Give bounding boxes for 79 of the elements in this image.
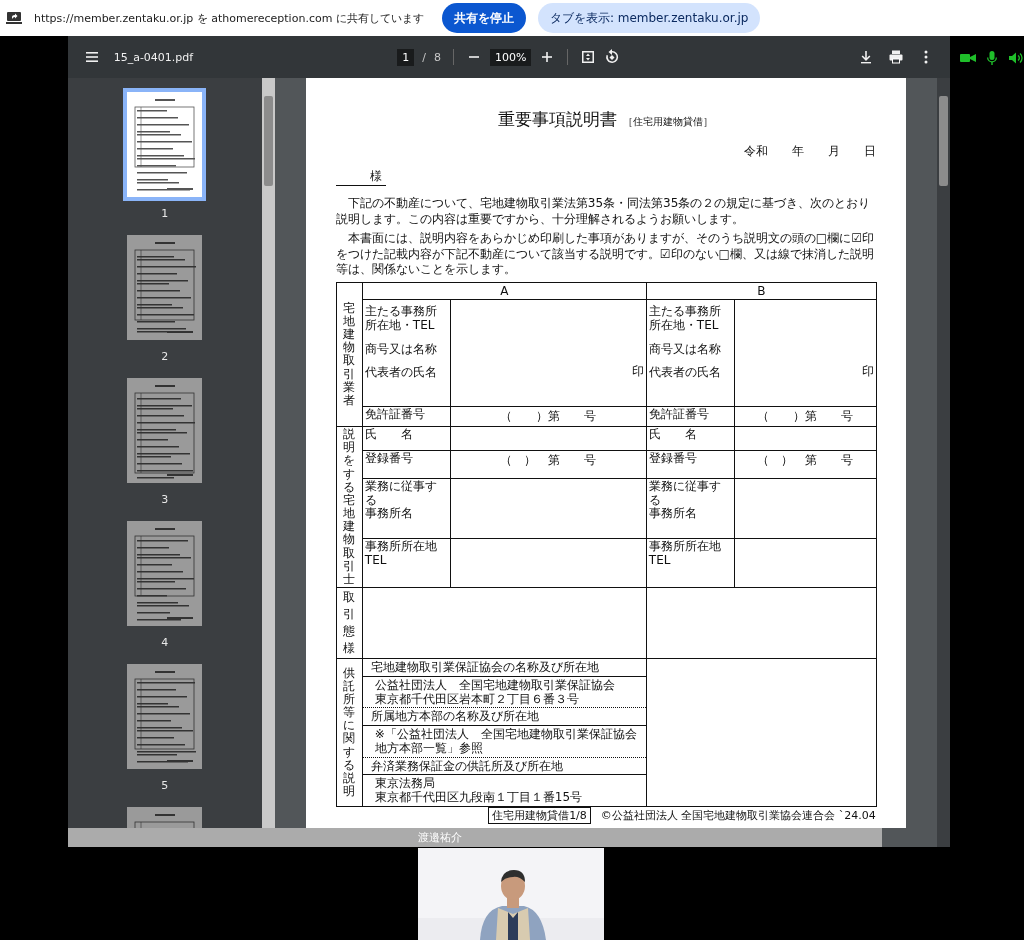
page-number-label: 5: [161, 779, 169, 792]
download-icon[interactable]: [858, 49, 874, 65]
page-number-label: 2: [161, 350, 169, 363]
table-cell: （ ）第 号: [734, 406, 877, 427]
page-number-label: 4: [161, 636, 169, 649]
deposit-detail: 東京都千代田区九段南１丁目１番15号: [374, 790, 584, 805]
intro-paragraph: 下記の不動産について、宅地建物取引業法第35条・同法第35条の２の規定に基づき、次のとおり説明します。この内容は重要ですから、十分理解されるようお願いします。: [335, 196, 872, 228]
rotate-icon[interactable]: [604, 49, 621, 65]
field-label: 代表者の氏名: [648, 366, 722, 381]
field-label: 氏 名: [364, 427, 414, 442]
field-label: 氏 名: [648, 427, 698, 442]
section-heading: 供託所等に関する説明: [336, 658, 363, 807]
field-label: 業務に従事する: [648, 479, 722, 507]
page-number-field[interactable]: 1: [397, 48, 415, 66]
date-label: 令和: [743, 143, 768, 160]
field-label: 免許証番号: [362, 406, 451, 427]
deposit-detail: 公益社団法人 全国宅地建物取引業保証協会: [374, 677, 616, 692]
scrollbar[interactable]: [937, 78, 950, 847]
field-label: 事務所名: [648, 507, 698, 522]
field-label: 事務所所在地: [364, 540, 438, 554]
deposit-heading: 弁済業務保証金の供託所及び所在地: [370, 758, 564, 773]
fit-page-icon[interactable]: [580, 49, 597, 65]
deposit-heading: 所属地方本部の名称及び所在地: [370, 709, 540, 724]
field-label: 登録番号: [364, 452, 414, 467]
microphone-icon[interactable]: [984, 50, 1000, 66]
document-title: 重要事項説明書: [498, 108, 618, 131]
date-label: 日: [863, 143, 876, 160]
field-label: 所在地・TEL: [648, 318, 720, 333]
field-label: 商号又は名称: [648, 342, 722, 357]
seal-cell: 印: [734, 299, 877, 407]
column-header: A: [362, 282, 647, 300]
seal-cell: 印: [450, 299, 647, 407]
section-heading: 宅地建物取引業者: [336, 282, 363, 427]
table-cell: （ ） 第 号: [734, 451, 877, 479]
menu-icon[interactable]: [83, 49, 100, 65]
zoom-field[interactable]: 100%: [489, 48, 532, 66]
field-label: 所在地・TEL: [364, 318, 436, 333]
column-header: B: [646, 282, 877, 300]
document-subtitle: ［住宅用建物貸借］: [623, 115, 714, 129]
table-cell: （ ） 第 号: [450, 451, 647, 479]
field-label: 主たる事務所: [648, 304, 722, 319]
section-heading: 説明をする宅地建物取引士: [336, 426, 363, 588]
show-tab-button[interactable]: タブを表示: member.zentaku.or.jp: [537, 3, 761, 33]
field-label: TEL: [648, 553, 672, 568]
table-cell: （ ）第 号: [450, 406, 647, 427]
section-heading: 態様: [342, 623, 357, 658]
field-label: 代表者の氏名: [364, 366, 438, 381]
copyright-text: ©公益社団法人 全国宅地建物取引業協会連合会 `24.04: [600, 807, 876, 823]
field-label: 登録番号: [648, 452, 698, 467]
print-icon[interactable]: [888, 49, 904, 65]
participant-name-bar: 渡邉祐介: [67, 828, 882, 847]
page-number-label: 3: [161, 493, 169, 506]
screen-share-icon: [6, 12, 22, 24]
deposit-detail: 地方本部一覧」参照: [374, 741, 484, 756]
page-separator: /: [422, 50, 426, 64]
field-label: 業務に従事する: [364, 479, 438, 507]
field-label: 事務所名: [364, 507, 414, 522]
deposit-detail: ※「公益社団法人 全国宅地建物取引業保証協会: [374, 726, 638, 742]
field-label: 事務所所在地: [648, 540, 722, 554]
field-label: TEL: [364, 553, 388, 568]
date-label: 年: [791, 143, 804, 160]
file-name: 15_a-0401.pdf: [113, 50, 194, 64]
field-label: 免許証番号: [646, 406, 735, 427]
form-tag: 住宅用建物貸借1/8: [488, 806, 591, 824]
section-heading: 取引: [342, 589, 357, 624]
field-label: 商号又は名称: [364, 342, 438, 357]
intro-paragraph: 本書面には、説明内容をあらかじめ印刷した事項がありますが、そのうち説明文の頭の□欄に☑印をつけた記載内容が下記不動産について該当する説明です。☑印のない□欄、又は線で抹消した説明等は、関係ないことを示します。: [335, 231, 875, 278]
sharing-message: https://member.zentaku.or.jp を athomereception.com に共有しています: [34, 10, 424, 26]
deposit-detail: 東京法務局: [374, 775, 436, 791]
deposit-detail: 東京都千代田区岩本町２丁目６番３号: [374, 692, 580, 707]
page-thumbnail[interactable]: [123, 88, 207, 201]
deposit-heading: 宅地建物取引業保証協会の名称及び所在地: [370, 660, 600, 675]
stop-sharing-button[interactable]: 共有を停止: [441, 3, 526, 33]
page-number-label: 1: [161, 207, 169, 220]
date-label: 月: [827, 143, 840, 160]
field-label: 主たる事務所: [364, 304, 438, 319]
speaker-icon[interactable]: [1008, 50, 1024, 66]
page-count: 8: [433, 50, 441, 64]
addressee-line: 様: [335, 168, 386, 186]
